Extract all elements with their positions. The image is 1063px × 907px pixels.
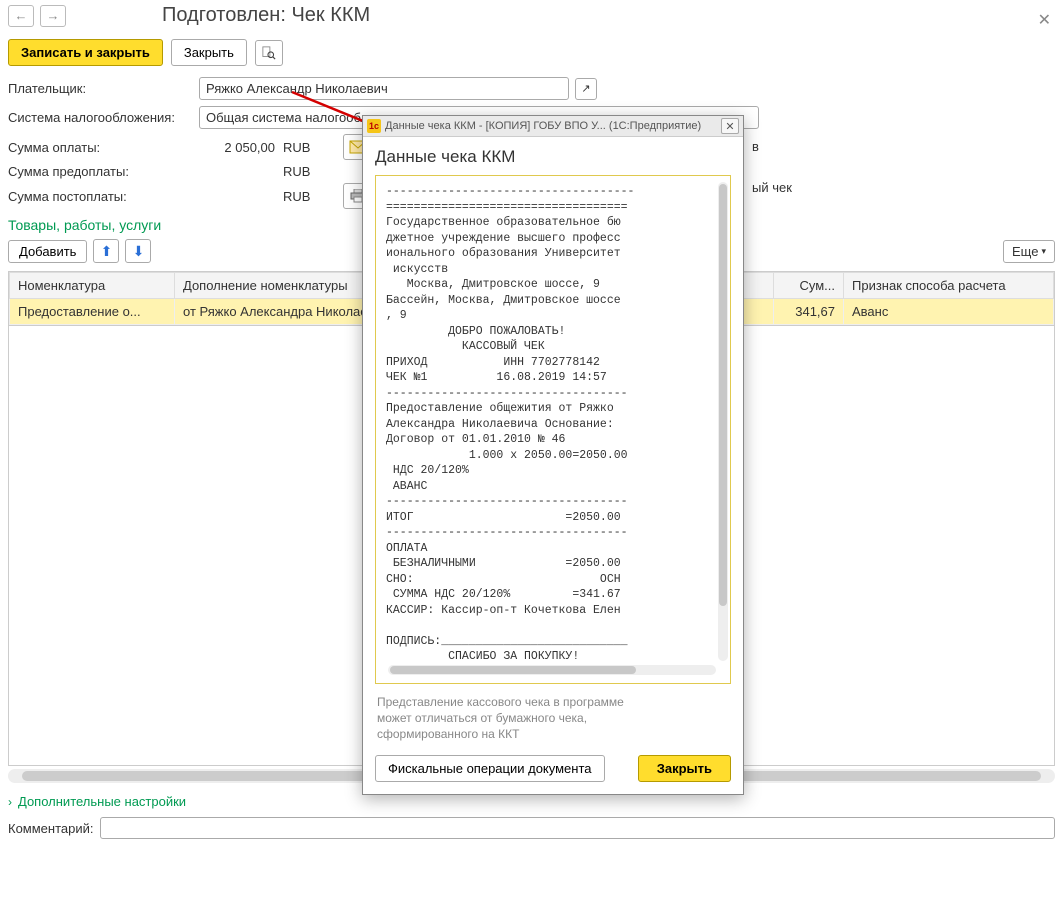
close-button[interactable]: Закрыть xyxy=(171,39,247,66)
dialog-titlebar[interactable]: 1c Данные чека ККМ - [КОПИЯ] ГОБУ ВПО У.… xyxy=(363,116,743,137)
col-sum[interactable]: Сум... xyxy=(774,273,844,299)
chevron-down-icon: ▾ xyxy=(1041,246,1046,257)
write-and-close-button[interactable]: Записать и закрыть xyxy=(8,39,163,66)
dialog-close-button[interactable]: ✕ xyxy=(721,118,739,134)
receipt-vertical-scrollbar[interactable] xyxy=(718,182,728,661)
payer-input[interactable]: Ряжко Александр Николаевич xyxy=(199,77,569,100)
chevron-right-icon: › xyxy=(8,795,12,809)
move-up-button[interactable]: ⬆ xyxy=(93,239,119,263)
more-label: Еще xyxy=(1012,244,1038,259)
nav-forward-button[interactable]: → xyxy=(40,5,66,27)
more-actions-button[interactable]: Еще ▾ xyxy=(1003,240,1055,263)
page-title: Подготовлен: Чек ККМ xyxy=(162,4,370,27)
dialog-heading: Данные чека ККМ xyxy=(375,147,731,167)
currency-3: RUB xyxy=(283,189,323,204)
dialog-title-text: Данные чека ККМ - [КОПИЯ] ГОБУ ВПО У... … xyxy=(385,120,701,132)
payer-label: Плательщик: xyxy=(8,81,193,96)
add-button[interactable]: Добавить xyxy=(8,240,87,263)
sum-postpay-label: Сумма постоплаты: xyxy=(8,189,193,204)
sum-pay-value: 2 050,00 xyxy=(193,140,283,155)
tax-system-label: Система налогообложения: xyxy=(8,110,193,125)
cell-sum: 341,67 xyxy=(774,299,844,325)
hidden-text-2: ый чек xyxy=(752,180,792,195)
move-down-button[interactable]: ⬇ xyxy=(125,239,151,263)
currency-1: RUB xyxy=(283,140,323,155)
1c-logo-icon: 1c xyxy=(367,119,381,133)
currency-2: RUB xyxy=(283,164,323,179)
cell-priznak: Аванс xyxy=(844,299,1054,325)
preview-receipt-button[interactable] xyxy=(255,40,283,66)
comment-input[interactable] xyxy=(100,817,1056,839)
sum-prepay-label: Сумма предоплаты: xyxy=(8,164,193,179)
hidden-text-1: в xyxy=(752,139,759,154)
cell-nomen: Предоставление о... xyxy=(10,299,175,325)
col-nomen[interactable]: Номенклатура xyxy=(10,273,175,299)
comment-label: Комментарий: xyxy=(8,821,94,836)
payer-open-button[interactable]: ↗ xyxy=(575,78,597,100)
magnifier-doc-icon xyxy=(262,45,276,61)
additional-settings-label: Дополнительные настройки xyxy=(18,794,186,809)
dialog-note: Представление кассового чека в программе… xyxy=(375,684,635,755)
sum-pay-label: Сумма оплаты: xyxy=(8,140,193,155)
fiscal-operations-button[interactable]: Фискальные операции документа xyxy=(375,755,605,782)
col-priznak[interactable]: Признак способа расчета xyxy=(844,273,1054,299)
receipt-dialog: 1c Данные чека ККМ - [КОПИЯ] ГОБУ ВПО У.… xyxy=(362,115,744,795)
receipt-horizontal-scrollbar[interactable] xyxy=(388,665,716,675)
dialog-close-yellow-button[interactable]: Закрыть xyxy=(638,755,731,782)
close-icon[interactable]: ✕ xyxy=(1038,10,1051,30)
nav-back-button[interactable]: ← xyxy=(8,5,34,27)
receipt-text[interactable]: ------------------------------------ ===… xyxy=(386,184,728,659)
receipt-preview-box: ------------------------------------ ===… xyxy=(375,175,731,684)
